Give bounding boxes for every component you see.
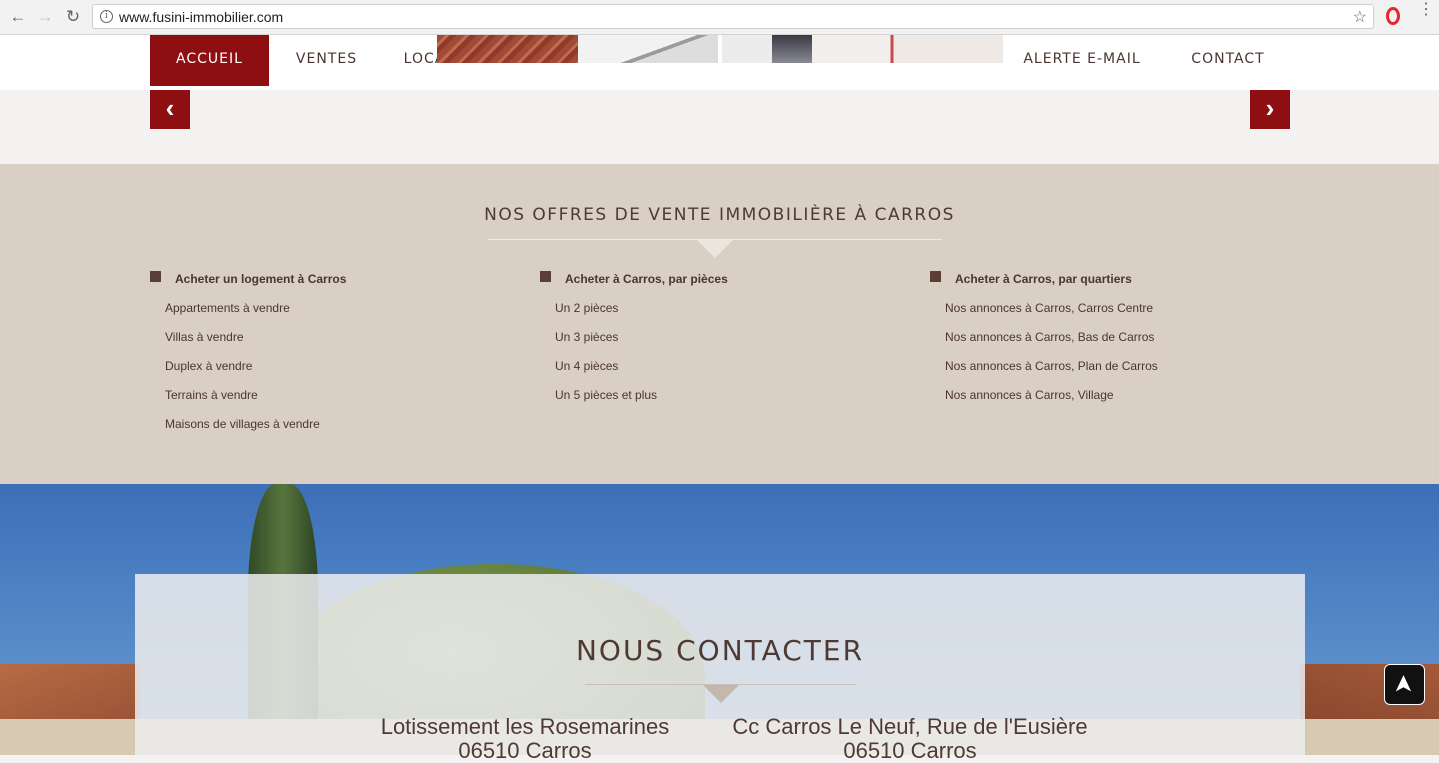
column-heading[interactable]: Acheter à Carros, par pièces [540,271,728,287]
nav-alerte-email[interactable]: ALERTE E-MAIL [1020,35,1144,86]
address-line: Cc Carros Le Neuf, Rue de l'Eusière [732,714,1088,739]
offers-section: NOS OFFRES DE VENTE IMMOBILIÈRE À CARROS… [0,164,1439,484]
column-heading-text[interactable]: Acheter un logement à Carros [175,272,346,286]
property-thumbnail[interactable] [437,35,718,63]
back-icon[interactable]: ← [8,7,28,27]
offers-title: NOS OFFRES DE VENTE IMMOBILIÈRE À CARROS [484,205,955,225]
offer-link[interactable]: Terrains à vendre [165,387,346,416]
square-bullet-icon [930,271,941,282]
square-bullet-icon [150,271,161,282]
square-bullet-icon [540,271,551,282]
offer-link[interactable]: Nos annonces à Carros, Plan de Carros [945,358,1158,387]
offer-link[interactable]: Appartements à vendre [165,300,346,329]
browser-toolbar: ← → ↻ i www.fusini-immobilier.com ☆ ⋮ [0,0,1439,35]
address-line: Lotissement les Rosemarines [380,714,670,739]
contact-title: NOUS CONTACTER [575,634,865,667]
site-header: ACCUEIL VENTES LOCATIONS PROGRAMMES NEUF… [0,35,1439,90]
offer-link[interactable]: Maisons de villages à vendre [165,416,346,445]
arrow-up-icon: ➤ [1390,673,1418,695]
nav-ventes[interactable]: VENTES [283,35,370,86]
info-icon[interactable]: i [100,10,113,23]
opera-icon[interactable] [1386,7,1400,25]
browser-menu-icon[interactable]: ⋮ [1418,2,1434,18]
divider-triangle [697,240,733,258]
offers-column-quartiers: Acheter à Carros, par quartiers Nos anno… [930,271,1158,416]
address-block: Cc Carros Le Neuf, Rue de l'Eusière 0651… [725,715,1095,763]
offer-link[interactable]: Un 4 pièces [555,358,728,387]
offer-link[interactable]: Nos annonces à Carros, Carros Centre [945,300,1158,329]
address-bar[interactable]: i www.fusini-immobilier.com ☆ [92,4,1374,29]
offers-column-logement: Acheter un logement à Carros Appartement… [150,271,346,445]
offer-link[interactable]: Un 2 pièces [555,300,728,329]
slider-prev-button[interactable]: ‹ [150,90,190,129]
nav-accueil[interactable]: ACCUEIL [150,35,269,86]
column-heading-text[interactable]: Acheter à Carros, par quartiers [955,272,1132,286]
divider-triangle [703,685,739,703]
contact-panel: NOUS CONTACTER Lotissement les Rosemarin… [135,574,1305,763]
address-line: 06510 Carros [458,738,592,763]
column-heading[interactable]: Acheter un logement à Carros [150,271,346,287]
column-heading-text[interactable]: Acheter à Carros, par pièces [565,272,728,286]
forward-icon[interactable]: → [35,7,55,27]
address-block: Lotissement les Rosemarines 06510 Carros [355,715,695,763]
column-heading[interactable]: Acheter à Carros, par quartiers [930,271,1158,287]
offer-link[interactable]: Un 3 pièces [555,329,728,358]
slider-next-button[interactable]: › [1250,90,1290,129]
offer-link[interactable]: Duplex à vendre [165,358,346,387]
nav-contact[interactable]: CONTACT [1182,35,1274,86]
scroll-to-top-button[interactable]: ➤ [1384,664,1425,705]
property-thumbnail[interactable] [722,35,1003,63]
offer-link[interactable]: Nos annonces à Carros, Village [945,387,1158,416]
bookmark-star-icon[interactable]: ☆ [1353,7,1367,27]
offer-link[interactable]: Nos annonces à Carros, Bas de Carros [945,329,1158,358]
address-line: 06510 Carros [843,738,977,763]
offer-link[interactable]: Villas à vendre [165,329,346,358]
url-text[interactable]: www.fusini-immobilier.com [119,9,283,25]
reload-icon[interactable]: ↻ [63,7,83,27]
offers-column-pieces: Acheter à Carros, par pièces Un 2 pièces… [540,271,728,416]
offer-link[interactable]: Un 5 pièces et plus [555,387,728,416]
slider-area [0,90,1439,164]
